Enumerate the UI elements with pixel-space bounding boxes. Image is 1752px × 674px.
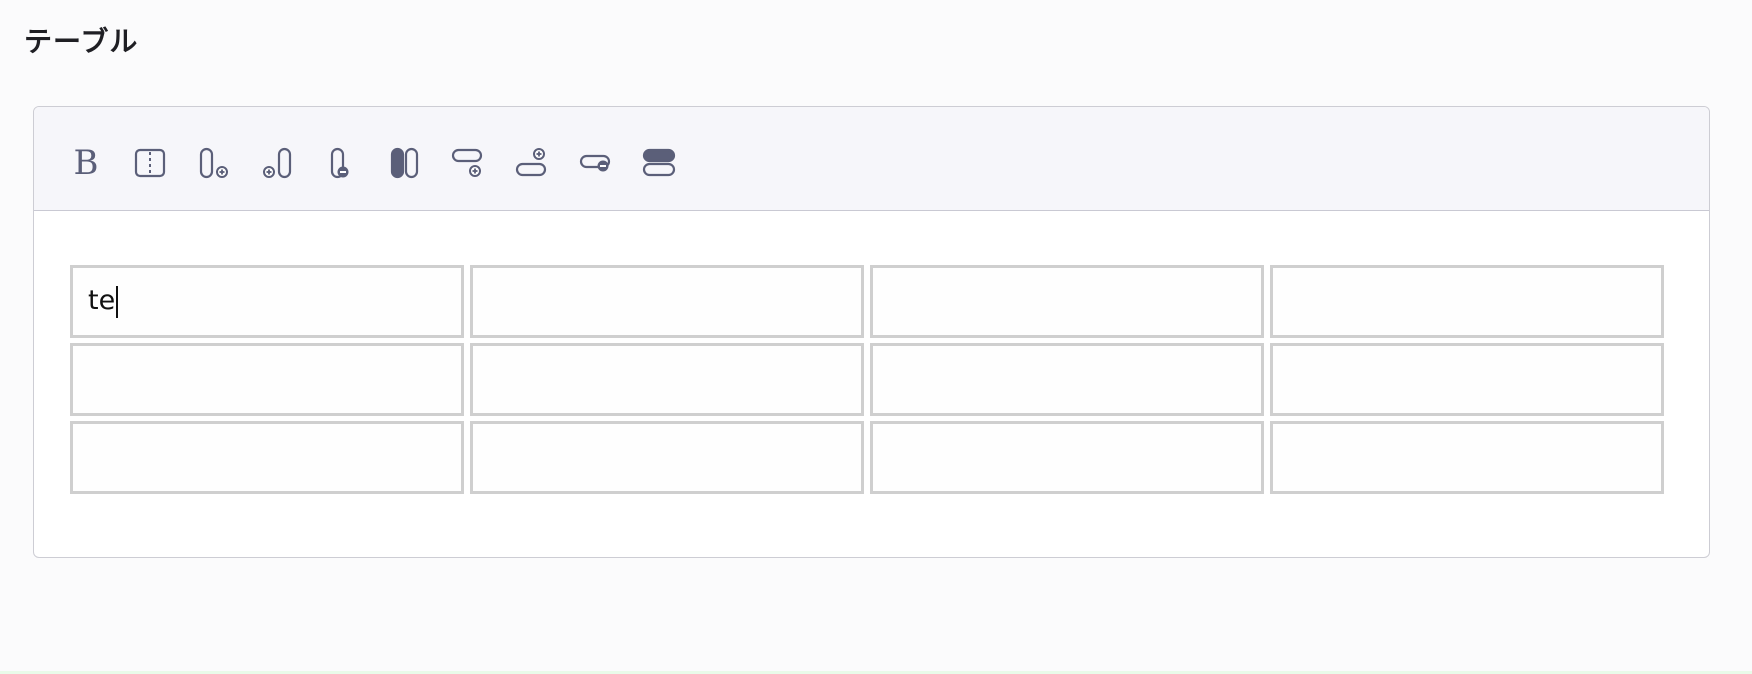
bold-button[interactable]: B <box>64 141 108 185</box>
table-row <box>70 421 1664 494</box>
delete-column-icon <box>330 147 349 179</box>
table-cell[interactable] <box>470 421 864 494</box>
table-cell[interactable] <box>70 421 464 494</box>
table-cell[interactable] <box>1270 265 1664 338</box>
table-cell[interactable] <box>870 343 1264 416</box>
table-row <box>70 343 1664 416</box>
bold-icon: B <box>73 143 99 183</box>
table-row: te <box>70 265 1664 338</box>
split-cell-button[interactable] <box>128 141 172 185</box>
table-cell[interactable] <box>1270 343 1664 416</box>
add-column-before-button[interactable] <box>256 141 300 185</box>
add-row-after-button[interactable] <box>446 141 490 185</box>
merge-columns-button[interactable] <box>383 141 427 185</box>
table-cell[interactable] <box>470 343 864 416</box>
text-caret <box>116 285 118 318</box>
table-cell[interactable] <box>70 343 464 416</box>
section-title: テーブル <box>24 25 139 58</box>
table-cell[interactable] <box>870 421 1264 494</box>
editor-toolbar: B <box>34 107 1709 211</box>
table-cell[interactable] <box>870 265 1264 338</box>
add-column-before-icon <box>263 147 292 179</box>
add-column-after-button[interactable] <box>191 141 235 185</box>
table-cell[interactable] <box>470 265 864 338</box>
split-cell-icon <box>134 148 166 178</box>
table-editor: B te <box>33 106 1710 558</box>
page: テーブル B te <box>0 0 1752 674</box>
delete-row-icon <box>579 154 611 172</box>
table-cell[interactable]: te <box>70 265 464 338</box>
add-row-before-button[interactable] <box>510 141 554 185</box>
delete-column-button[interactable] <box>319 141 363 185</box>
add-column-after-icon <box>199 147 228 179</box>
table-area: te <box>70 265 1670 499</box>
data-table: te <box>64 260 1670 499</box>
merge-columns-icon <box>390 147 419 179</box>
merge-rows-icon <box>642 148 676 177</box>
cell-text: te <box>88 285 116 317</box>
add-row-after-icon <box>451 148 483 177</box>
delete-row-button[interactable] <box>574 141 618 185</box>
table-cell[interactable] <box>1270 421 1664 494</box>
add-row-before-icon <box>515 148 547 177</box>
merge-rows-button[interactable] <box>637 141 681 185</box>
